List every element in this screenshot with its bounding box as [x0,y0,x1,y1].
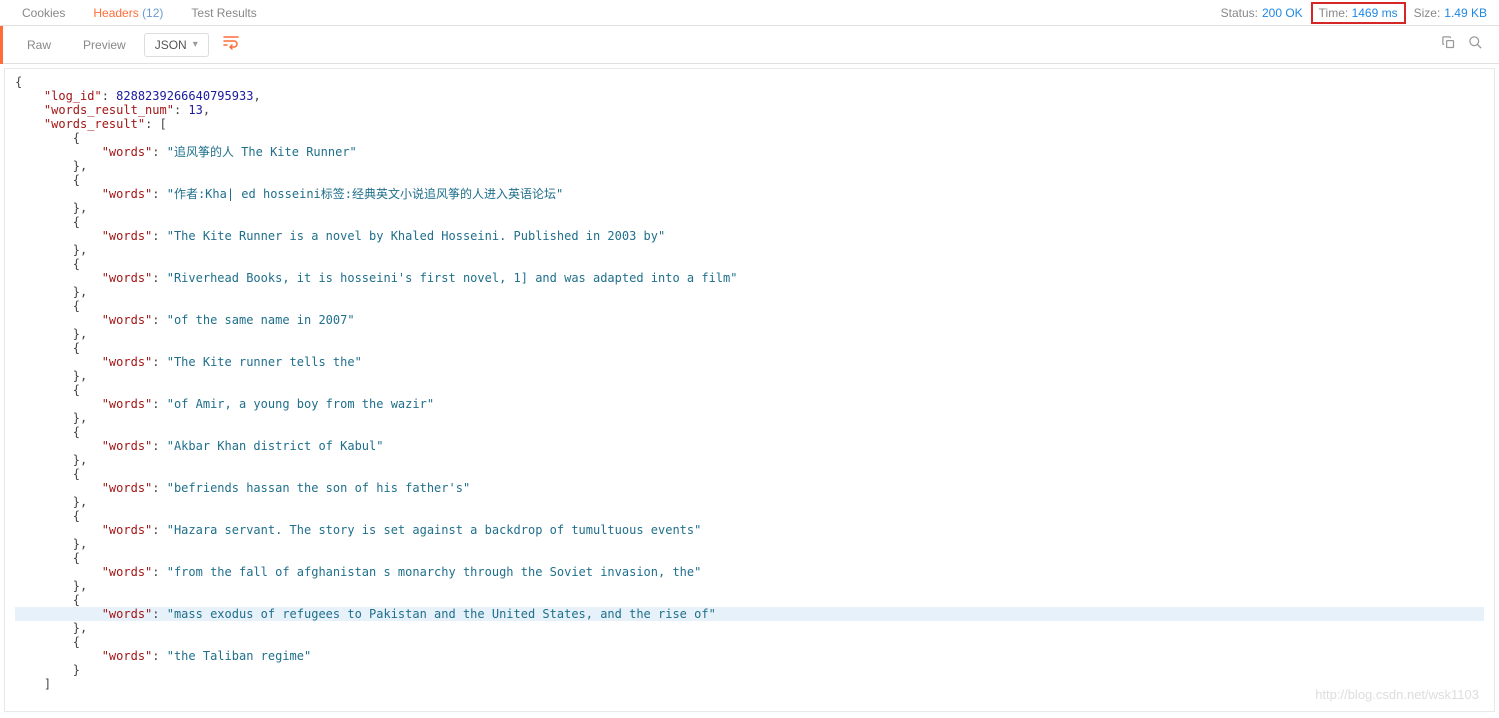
format-label: JSON [155,38,187,52]
json-line: { [15,173,1484,187]
json-line: { [15,131,1484,145]
json-line: "words": "The Kite runner tells the" [15,355,1484,369]
raw-button[interactable]: Raw [13,34,65,56]
json-line: { [15,299,1484,313]
json-line: { [15,75,1484,89]
json-line: "words": "追风筝的人 The Kite Runner" [15,145,1484,159]
json-line: "words": "befriends hassan the son of hi… [15,481,1484,495]
json-line: "words": "Hazara servant. The story is s… [15,523,1484,537]
wrap-lines-icon[interactable] [219,32,243,57]
json-line: "words": "of the same name in 2007" [15,313,1484,327]
json-line: { [15,341,1484,355]
tab-headers-count: (12) [142,6,163,20]
json-line: }, [15,201,1484,215]
json-line: { [15,383,1484,397]
json-line: "words": "作者:Kha| ed hosseini标签:经典英文小说追风… [15,187,1484,201]
json-line: "words_result": [ [15,117,1484,131]
json-line: }, [15,369,1484,383]
tab-tests[interactable]: Test Results [177,2,270,24]
json-line: "words": "the Taliban regime" [15,649,1484,663]
search-icon[interactable] [1468,35,1483,54]
json-line: "words": "Akbar Khan district of Kabul" [15,439,1484,453]
size-value: 1.49 KB [1444,6,1487,20]
tab-headers-label: Headers [93,6,138,20]
json-line: { [15,215,1484,229]
status-value: 200 OK [1262,6,1303,20]
json-line: { [15,509,1484,523]
json-line: }, [15,327,1484,341]
copy-icon[interactable] [1441,35,1456,54]
json-line: }, [15,411,1484,425]
format-dropdown[interactable]: JSON ▾ [144,33,209,57]
active-tab-edge [0,26,3,64]
json-line: }, [15,285,1484,299]
json-line: { [15,467,1484,481]
json-line: }, [15,495,1484,509]
json-line: { [15,593,1484,607]
json-response-body[interactable]: { "log_id": 8288239266640795933, "words_… [4,68,1495,712]
json-line: }, [15,243,1484,257]
json-line: "words": "mass exodus of refugees to Pak… [15,607,1484,621]
json-line: "words_result_num": 13, [15,103,1484,117]
json-line: { [15,257,1484,271]
chevron-down-icon: ▾ [193,39,198,50]
json-line: }, [15,159,1484,173]
json-line: "words": "Riverhead Books, it is hossein… [15,271,1484,285]
time-label: Time: [1319,6,1349,20]
status-bar: Status: 200 OK Time: 1469 ms Size: 1.49 … [1221,2,1499,24]
json-line: ] [15,677,1484,691]
json-line: }, [15,579,1484,593]
tab-headers[interactable]: Headers (12) [79,2,177,24]
response-tabs: Cookies Headers (12) Test Results Status… [0,0,1499,26]
json-line: }, [15,537,1484,551]
body-toolbar: Raw Preview JSON ▾ [0,26,1499,64]
tab-cookies[interactable]: Cookies [8,2,79,24]
json-line: { [15,635,1484,649]
json-line: "log_id": 8288239266640795933, [15,89,1484,103]
json-line: } [15,663,1484,677]
time-highlight-box: Time: 1469 ms [1311,2,1406,24]
json-line: "words": "The Kite Runner is a novel by … [15,229,1484,243]
size-label: Size: [1414,6,1441,20]
json-line: { [15,425,1484,439]
preview-button[interactable]: Preview [69,34,140,56]
json-line: }, [15,621,1484,635]
json-line: "words": "from the fall of afghanistan s… [15,565,1484,579]
toolbar-right-icons [1441,35,1491,54]
time-value: 1469 ms [1352,6,1398,20]
json-line: }, [15,453,1484,467]
json-line: { [15,551,1484,565]
status-label: Status: [1221,6,1258,20]
json-line: "words": "of Amir, a young boy from the … [15,397,1484,411]
